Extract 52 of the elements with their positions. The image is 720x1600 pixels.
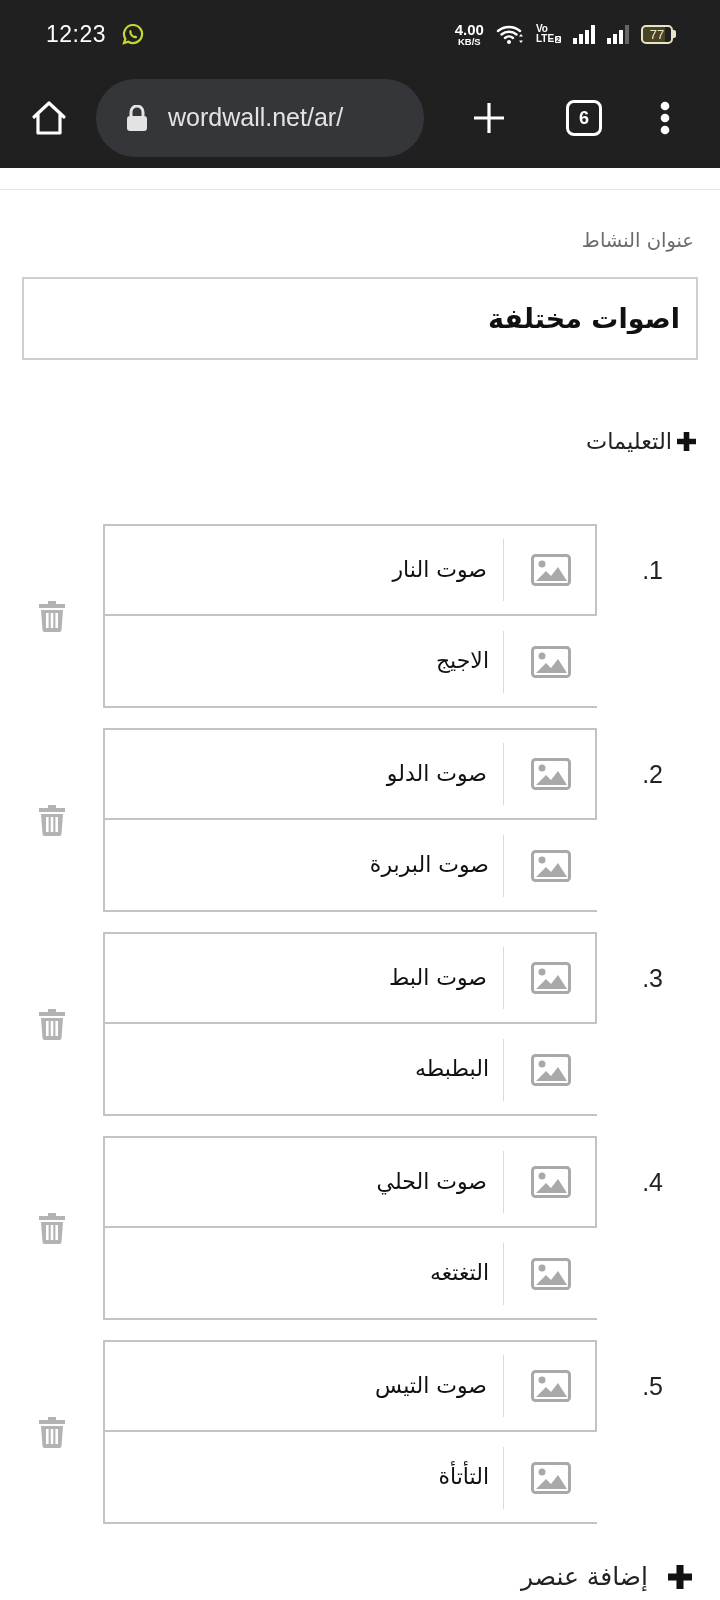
home-icon[interactable] — [30, 99, 68, 137]
item-number: 4. — [641, 1167, 664, 1198]
image-icon[interactable] — [531, 1166, 571, 1198]
chat-bubble-icon — [122, 23, 145, 45]
item-number: 1. — [641, 555, 664, 586]
lock-icon — [126, 105, 148, 131]
instructions-link[interactable]: التعليمات — [585, 426, 696, 456]
trash-icon[interactable] — [37, 1008, 66, 1040]
item-number: 2. — [641, 759, 664, 790]
battery-indicator: 77 — [641, 24, 676, 44]
clock-time: 12:23 — [46, 19, 107, 49]
image-icon[interactable] — [531, 554, 571, 586]
item-number: 5. — [641, 1371, 664, 1402]
prompt-field[interactable]: صوت النار — [103, 524, 597, 616]
plus-icon — [677, 431, 696, 451]
answer-field[interactable]: التأتأة — [103, 1432, 597, 1524]
image-icon[interactable] — [531, 1462, 571, 1494]
answer-field[interactable]: صوت البربرة — [103, 820, 597, 912]
trash-icon[interactable] — [37, 1212, 66, 1244]
image-icon[interactable] — [531, 850, 571, 882]
trash-icon[interactable] — [37, 1416, 66, 1448]
image-icon[interactable] — [531, 758, 571, 790]
title-field[interactable]: اصوات مختلفة — [22, 277, 698, 360]
prompt-field[interactable]: صوت البط — [103, 932, 597, 1024]
prompt-field[interactable]: صوت الدلو — [103, 728, 597, 820]
answer-field[interactable]: البطبطه — [103, 1024, 597, 1116]
image-icon[interactable] — [531, 1054, 571, 1086]
prompt-field[interactable]: صوت التيس — [103, 1340, 597, 1432]
add-item-link[interactable]: إضافة عنصر — [520, 1562, 692, 1592]
signal-bars-icon — [573, 24, 595, 44]
plus-icon[interactable] — [472, 101, 506, 135]
tab-switcher-button[interactable]: 6 — [566, 100, 602, 136]
trash-icon[interactable] — [37, 600, 66, 632]
activity-title-label: عنوان النشاط — [580, 228, 695, 254]
more-options-icon[interactable] — [660, 101, 670, 135]
image-icon[interactable] — [531, 1258, 571, 1290]
address-bar[interactable]: wordwall.net/ar/ — [96, 79, 424, 157]
prompt-field[interactable]: صوت الحلي — [103, 1136, 597, 1228]
network-type: LTE — [535, 34, 555, 44]
answer-field[interactable]: التغتغه — [103, 1228, 597, 1320]
image-icon[interactable] — [531, 646, 571, 678]
volte-label: Vo — [535, 24, 549, 34]
image-icon[interactable] — [531, 962, 571, 994]
trash-icon[interactable] — [37, 804, 66, 836]
signal-bars-icon — [607, 24, 629, 44]
plus-icon — [668, 1565, 692, 1589]
answer-field[interactable]: الاجيج — [103, 616, 597, 708]
speed-unit: KB/S — [458, 36, 481, 47]
item-number: 3. — [641, 963, 664, 994]
wifi-icon — [495, 23, 524, 45]
network-speed: 4.00 — [454, 21, 484, 37]
image-icon[interactable] — [531, 1370, 571, 1402]
